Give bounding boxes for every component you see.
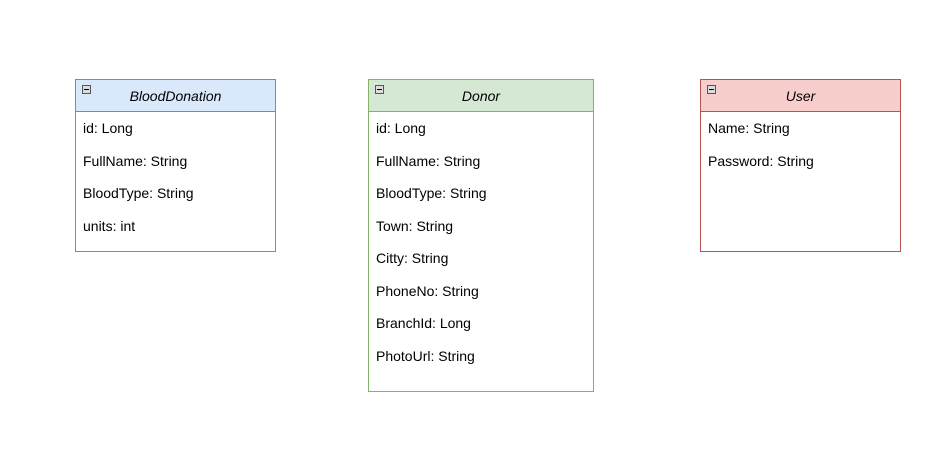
attribute-id[interactable]: id: Long xyxy=(76,112,275,145)
attribute-fullname[interactable]: FullName: String xyxy=(76,145,275,178)
attribute-phoneno[interactable]: PhoneNo: String xyxy=(369,275,593,308)
class-donor[interactable]: Donor id: Long FullName: String BloodTyp… xyxy=(368,79,594,392)
class-header[interactable]: BloodDonation xyxy=(76,80,275,112)
attribute-fullname[interactable]: FullName: String xyxy=(369,145,593,178)
class-user[interactable]: User Name: String Password: String xyxy=(700,79,901,252)
attribute-password[interactable]: Password: String xyxy=(701,145,900,178)
attribute-bloodtype[interactable]: BloodType: String xyxy=(76,177,275,210)
collapse-icon[interactable] xyxy=(82,85,91,94)
class-header[interactable]: User xyxy=(701,80,900,112)
collapse-icon[interactable] xyxy=(707,85,716,94)
attribute-units[interactable]: units: int xyxy=(76,210,275,243)
attribute-list: Name: String Password: String xyxy=(701,112,900,177)
attribute-list: id: Long FullName: String BloodType: Str… xyxy=(369,112,593,372)
class-title: BloodDonation xyxy=(129,87,222,104)
collapse-icon[interactable] xyxy=(375,85,384,94)
diagram-canvas: BloodDonation id: Long FullName: String … xyxy=(0,0,951,465)
class-title: User xyxy=(785,87,816,104)
attribute-bloodtype[interactable]: BloodType: String xyxy=(369,177,593,210)
class-header[interactable]: Donor xyxy=(369,80,593,112)
attribute-town[interactable]: Town: String xyxy=(369,210,593,243)
class-blooddonation[interactable]: BloodDonation id: Long FullName: String … xyxy=(75,79,276,252)
attribute-name[interactable]: Name: String xyxy=(701,112,900,145)
attribute-branchid[interactable]: BranchId: Long xyxy=(369,307,593,340)
attribute-list: id: Long FullName: String BloodType: Str… xyxy=(76,112,275,242)
attribute-photourl[interactable]: PhotoUrl: String xyxy=(369,340,593,373)
attribute-citty[interactable]: Citty: String xyxy=(369,242,593,275)
class-title: Donor xyxy=(461,87,501,104)
attribute-id[interactable]: id: Long xyxy=(369,112,593,145)
